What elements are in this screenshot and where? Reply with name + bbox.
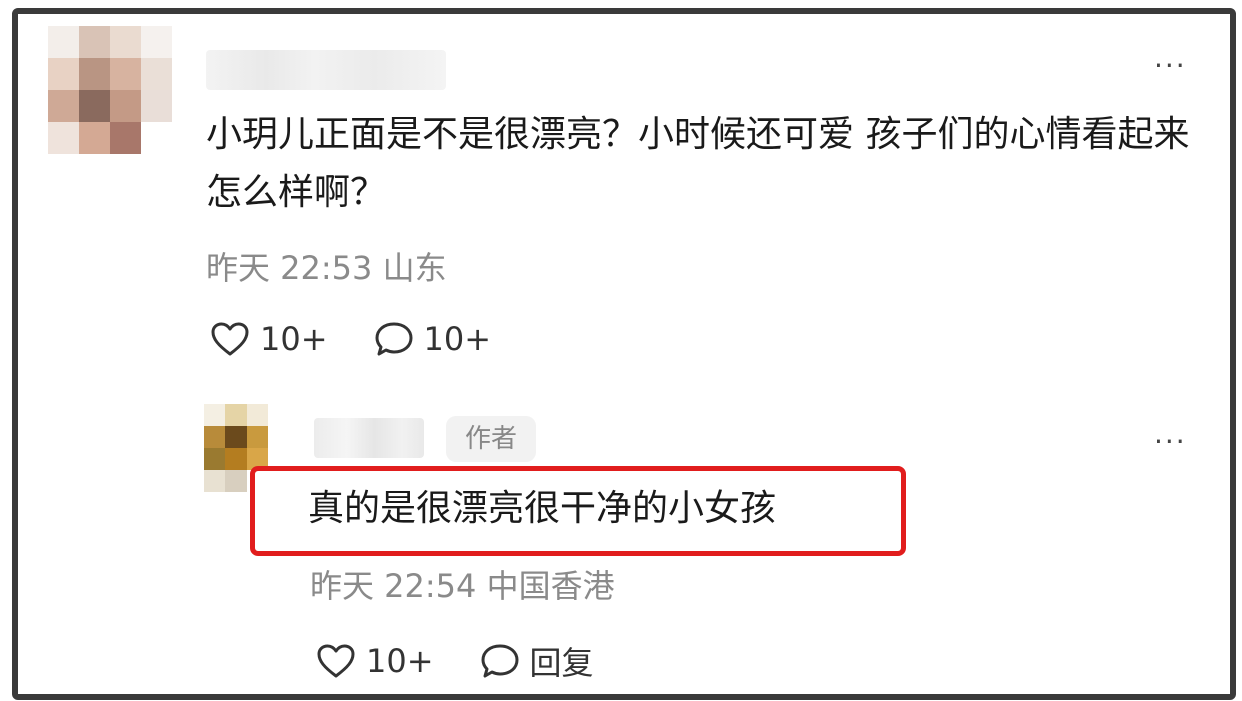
username-blurred[interactable] <box>314 418 424 458</box>
author-badge: 作者 <box>446 416 536 462</box>
heart-icon <box>317 644 355 678</box>
comment-actions: 10+ 10+ <box>210 320 491 358</box>
reply-button[interactable]: 回复 <box>480 638 594 684</box>
reply-button[interactable]: 10+ <box>374 320 492 358</box>
avatar[interactable] <box>48 26 172 154</box>
comment-meta: 昨天 22:53 山东 <box>206 249 447 287</box>
more-dots-icon[interactable]: ··· <box>1154 428 1187 456</box>
reply-count: 10+ <box>423 320 492 358</box>
reply-text: 真的是很漂亮很干净的小女孩 <box>308 488 777 529</box>
more-dots-icon[interactable]: ··· <box>1154 52 1187 80</box>
screenshot-frame: ··· 小玥儿正面是不是很漂亮？小时候还可爱 孩子们的心情看起来怎么样啊？ 昨天… <box>12 8 1236 700</box>
like-count: 10+ <box>260 320 328 358</box>
like-button[interactable]: 10+ <box>316 642 434 680</box>
like-button[interactable]: 10+ <box>210 320 328 358</box>
speech-bubble-icon <box>375 322 413 356</box>
like-count: 10+ <box>366 642 434 680</box>
reply-label: 回复 <box>529 644 594 682</box>
username-blurred[interactable] <box>206 50 446 90</box>
reply-meta: 昨天 22:54 中国香港 <box>310 567 615 605</box>
reply-actions: 10+ 回复 <box>316 638 594 684</box>
heart-icon <box>211 322 249 356</box>
comment-text: 小玥儿正面是不是很漂亮？小时候还可爱 孩子们的心情看起来怎么样啊？ <box>206 114 1190 213</box>
speech-bubble-icon <box>481 644 519 678</box>
